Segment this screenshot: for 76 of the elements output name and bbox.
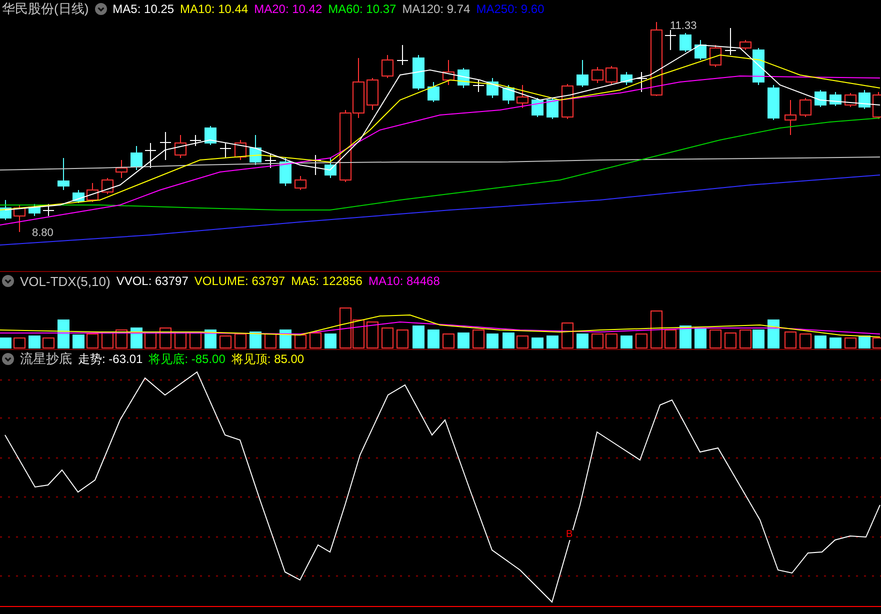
candle (784, 100, 796, 136)
candle (366, 78, 378, 110)
candle (382, 54, 394, 78)
candle (606, 66, 618, 84)
candle (620, 72, 632, 86)
indicator-value: MA120: 9.74 (402, 2, 470, 16)
candle (516, 84, 528, 108)
candle (144, 142, 156, 168)
indicator-value: MA5: 122856 (291, 274, 362, 288)
candle (294, 176, 306, 190)
price-label: 11.33 (670, 20, 697, 32)
candle (830, 92, 842, 106)
candle (592, 66, 604, 84)
candle (636, 72, 648, 92)
candle (664, 30, 676, 50)
candle (86, 182, 98, 202)
candle (58, 158, 70, 190)
candle (250, 134, 262, 166)
candle (28, 204, 40, 216)
candle (428, 82, 440, 102)
indicator-value: MA60: 10.37 (328, 2, 396, 16)
indicator-value: MA250: 9.60 (476, 2, 544, 16)
candle (174, 134, 186, 158)
candle (14, 204, 26, 232)
indicator-value: 将见顶: 85.00 (231, 350, 304, 368)
candle (680, 32, 692, 52)
indicator-value: MA10: 84468 (368, 274, 440, 288)
candle (234, 140, 246, 160)
candle (442, 60, 454, 86)
price-label: 8.80 (32, 227, 54, 239)
candle (872, 92, 881, 120)
candle (502, 84, 514, 104)
candle (814, 90, 826, 108)
candle (324, 158, 336, 178)
indicator-value: MA5: 10.25 (112, 2, 174, 16)
candle (116, 160, 128, 178)
indicator-value: 将见底: -85.00 (148, 350, 226, 368)
candle (576, 60, 588, 88)
candle (858, 90, 870, 110)
chevron-down-icon[interactable] (2, 353, 14, 365)
panel-title: VOL-TDX(5,10) (20, 274, 110, 288)
candle (102, 178, 114, 194)
candle (472, 80, 484, 92)
candle (396, 44, 408, 66)
candle (800, 98, 812, 118)
candle (160, 132, 172, 160)
candle (190, 134, 202, 146)
candle (42, 204, 54, 216)
indicator-value: MA20: 10.42 (254, 2, 322, 16)
indicator-value: MA10: 10.44 (180, 2, 248, 16)
candle (724, 28, 736, 56)
candle (412, 54, 424, 90)
panel-title: 流星抄底 (20, 350, 72, 368)
candle (532, 98, 544, 118)
candle (546, 98, 558, 120)
buy-signal-marker: B (566, 530, 573, 540)
candle (844, 92, 856, 108)
chevron-down-icon[interactable] (94, 3, 107, 15)
candle (768, 84, 780, 120)
candle (264, 154, 276, 168)
candle (220, 142, 232, 158)
candle (72, 190, 84, 204)
chevron-down-icon[interactable] (2, 275, 14, 287)
indicator-value: 走势: -63.01 (78, 350, 143, 368)
candle (710, 44, 722, 68)
candle (486, 78, 498, 98)
indicator-value: VOLUME: 63797 (194, 274, 286, 288)
indicator-value: VVOL: 63797 (116, 274, 188, 288)
candle (0, 200, 12, 220)
candle (694, 40, 706, 60)
candle (204, 126, 216, 146)
panel-title: 华民股份(日线) (2, 0, 89, 18)
candle (352, 58, 364, 118)
candle (280, 158, 292, 186)
candle (130, 146, 142, 170)
candle (562, 84, 574, 120)
